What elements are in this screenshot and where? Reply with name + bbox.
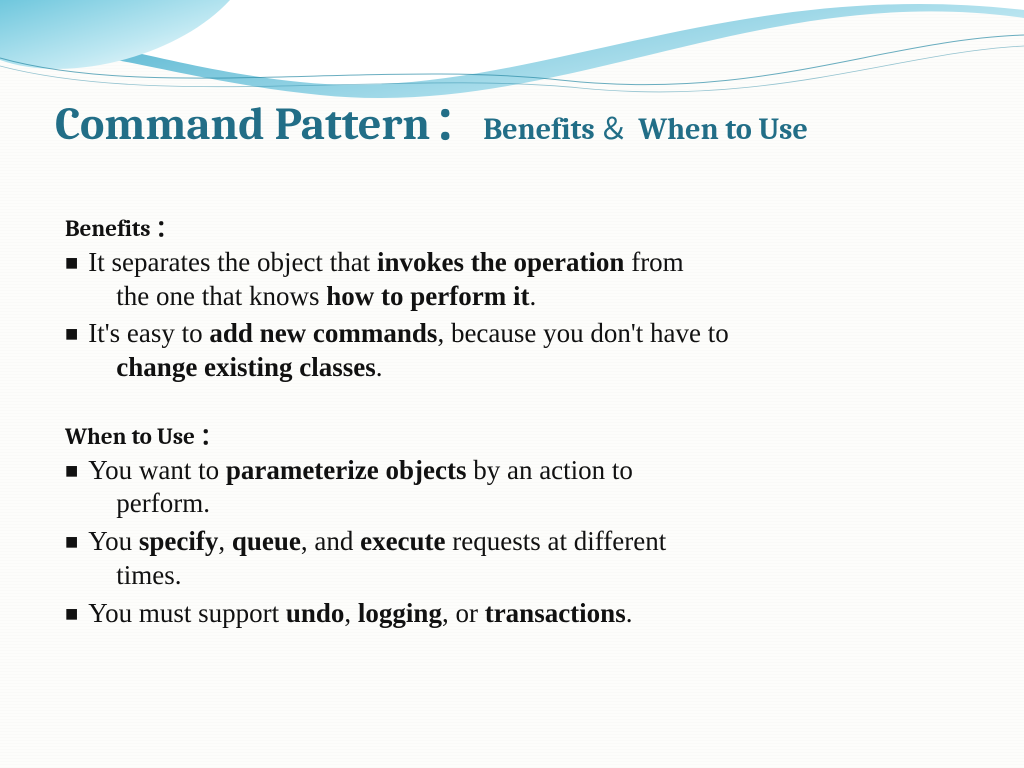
bullet-icon: ■: [65, 597, 78, 631]
slide-title: Command Pattern ： Benefits ＆ When to Use: [55, 100, 984, 151]
bullet-icon: ■: [65, 246, 78, 280]
when-heading: When to Use ：: [65, 423, 969, 452]
benefits-heading: Benefits ：: [65, 215, 969, 244]
slide-content: Benefits ： ■ It separates the object tha…: [65, 215, 969, 635]
title-sub1: Benefits: [483, 112, 594, 147]
bullet-text: You specify, queue, and execute requests…: [88, 525, 969, 593]
bullet-text: You must support undo, logging, or trans…: [88, 597, 969, 631]
bullet-text: It separates the object that invokes the…: [88, 246, 969, 314]
bullet-text: You want to parameterize objects by an a…: [88, 454, 969, 522]
list-item: ■ It separates the object that invokes t…: [65, 246, 969, 314]
title-colon: ：: [434, 98, 480, 151]
bullet-icon: ■: [65, 454, 78, 488]
list-item: ■ You specify, queue, and execute reques…: [65, 525, 969, 593]
list-item: ■ It's easy to add new commands, because…: [65, 317, 969, 385]
list-item: ■ You must support undo, logging, or tra…: [65, 597, 969, 631]
list-item: ■ You want to parameterize objects by an…: [65, 454, 969, 522]
title-sub2: When to Use: [632, 112, 808, 147]
title-main: Command Pattern: [55, 98, 430, 151]
slide: Command Pattern ： Benefits ＆ When to Use…: [0, 0, 1024, 768]
title-amp: ＆: [598, 112, 628, 147]
bullet-icon: ■: [65, 317, 78, 351]
bullet-icon: ■: [65, 525, 78, 559]
bullet-text: It's easy to add new commands, because y…: [88, 317, 969, 385]
